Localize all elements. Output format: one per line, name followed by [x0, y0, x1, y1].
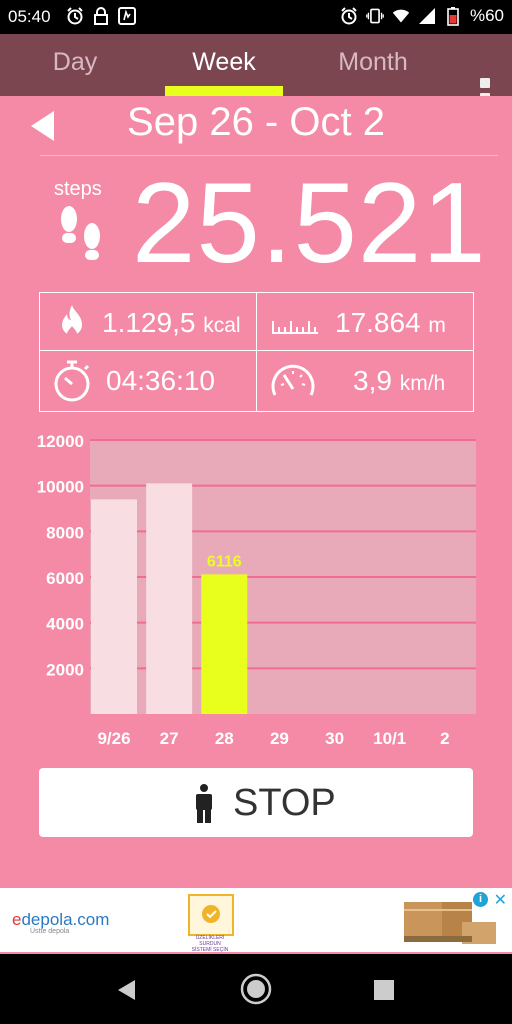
- y-tick-label: 8000: [46, 523, 84, 542]
- ad-banner[interactable]: edepola.com Üstte depola ÜZELİKLERİ SURD…: [0, 888, 512, 954]
- tab-month[interactable]: Month: [298, 34, 448, 96]
- ad-close-icon[interactable]: ✕: [494, 890, 507, 910]
- flame-icon: [62, 305, 82, 339]
- y-tick-label: 2000: [46, 660, 84, 679]
- speed-value: 3,9: [353, 365, 392, 396]
- stop-button[interactable]: STOP: [39, 768, 473, 837]
- calories-value: 1.129,5: [102, 307, 196, 338]
- x-tick-label: 28: [215, 729, 234, 748]
- system-navigation-bar: [0, 954, 512, 1024]
- battery-percent: %60: [469, 6, 504, 25]
- back-icon[interactable]: [115, 978, 139, 1002]
- signal-icon: [418, 6, 436, 26]
- distance-cell: 17.864 m: [257, 293, 473, 349]
- steps-count: 25.521: [132, 160, 487, 287]
- bar-value-label: 6116: [207, 553, 242, 570]
- ad-tagline: Üstte depola: [30, 928, 70, 935]
- lock-icon: [92, 6, 110, 26]
- stopwatch-icon: [54, 360, 90, 402]
- notification-icon: [118, 6, 136, 26]
- footprints-icon: [56, 206, 106, 273]
- stop-button-label: STOP: [233, 782, 336, 824]
- recents-icon[interactable]: [373, 979, 395, 1001]
- y-tick-label: 4000: [46, 615, 84, 634]
- y-tick-label: 6000: [46, 569, 84, 588]
- speed-cell: 3,9 km/h: [257, 351, 473, 407]
- y-tick-label: 12000: [37, 432, 84, 451]
- bar: [146, 483, 193, 714]
- speed-unit: km/h: [399, 372, 446, 395]
- home-icon[interactable]: [240, 973, 272, 1005]
- distance-unit: m: [428, 314, 446, 337]
- tab-day[interactable]: Day: [0, 34, 150, 96]
- calories-cell: 1.129,5 kcal: [40, 293, 256, 349]
- x-tick-label: 9/26: [97, 729, 130, 748]
- date-range-title: Sep 26 - Oct 2: [127, 100, 385, 144]
- main-content: Sep 26 - Oct 2 steps 25.521 1.129,5 kcal: [0, 96, 512, 888]
- x-tick-label: 30: [325, 729, 344, 748]
- ad-brand: edepola.com: [12, 910, 110, 929]
- distance-value: 17.864: [335, 307, 421, 338]
- duration-value: 04:36:10: [106, 365, 215, 396]
- y-tick-label: 10000: [37, 478, 84, 497]
- x-tick-label: 29: [270, 729, 289, 748]
- ad-info-icon[interactable]: i: [473, 892, 488, 907]
- wifi-icon: [392, 6, 410, 26]
- x-tick-label: 10/1: [373, 729, 406, 748]
- steps-label: steps: [54, 178, 102, 200]
- weekly-steps-chart: 2000 4000 6000 8000 10000 12000 9/26 27 6116 28 29…: [0, 432, 512, 762]
- divider: [40, 155, 498, 156]
- bar: [201, 574, 248, 714]
- speedometer-icon: [271, 364, 315, 396]
- vibrate-icon: [366, 6, 384, 26]
- x-tick-label: 2: [440, 729, 449, 748]
- status-time: 05:40: [8, 7, 51, 26]
- calories-unit: kcal: [203, 314, 241, 337]
- ad-illustration: [188, 894, 234, 936]
- chart-svg: 2000 4000 6000 8000 10000 12000 9/26 27 6116 28 29…: [37, 432, 476, 748]
- battery-icon: [444, 6, 462, 26]
- active-tab-indicator: [165, 86, 283, 96]
- bar: [91, 499, 137, 714]
- status-bar: 05:40 %60: [0, 0, 512, 34]
- x-tick-label: 27: [160, 729, 179, 748]
- ruler-icon: [272, 321, 318, 334]
- alarm-icon: [66, 6, 84, 26]
- ad-mid-text: ÜZELİKLERİ SURDUN SİSTEMİ SEÇİN: [191, 935, 229, 953]
- alarm-icon: [340, 6, 358, 26]
- stats-grid: 1.129,5 kcal 17.864 m 04:36:10 3,9 km/h: [39, 292, 474, 412]
- duration-cell: 04:36:10: [40, 351, 256, 407]
- person-icon: [196, 784, 212, 823]
